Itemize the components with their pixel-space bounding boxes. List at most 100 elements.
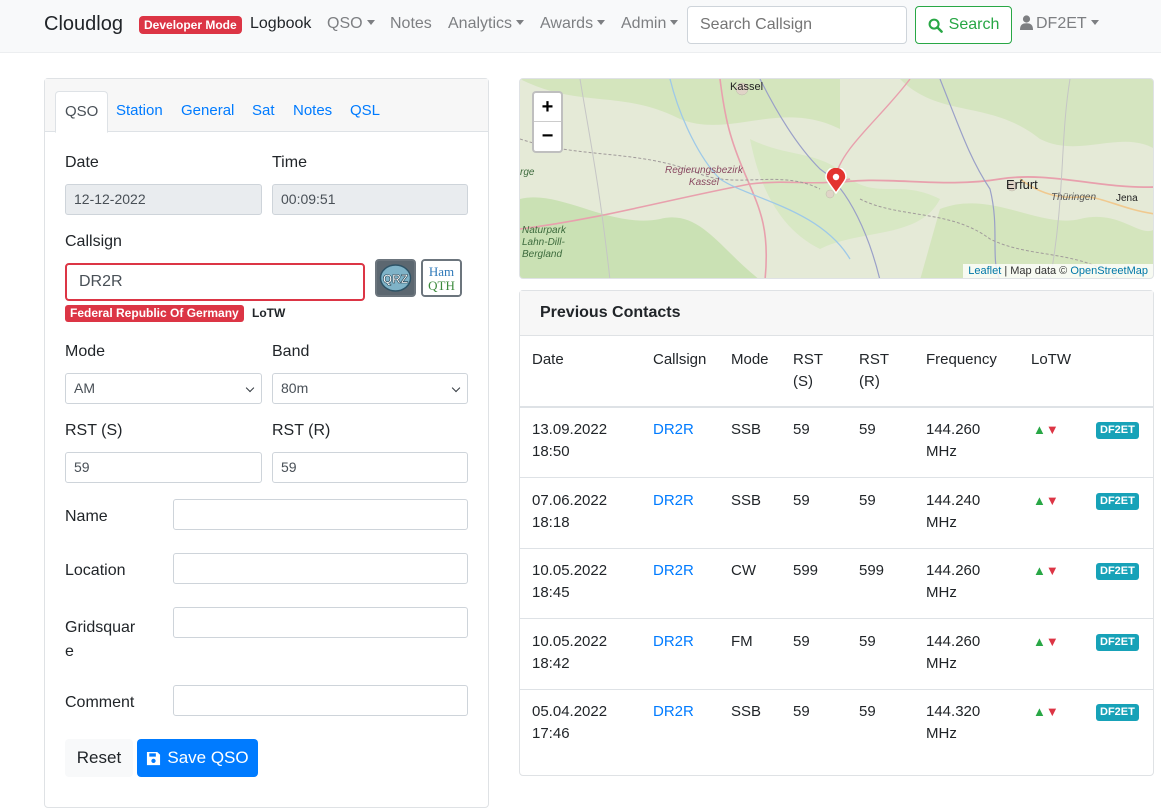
reset-button[interactable]: Reset xyxy=(65,739,133,777)
cell-rst-r: 59 xyxy=(859,421,876,438)
cell-frequency: 144.260 MHz xyxy=(926,633,981,672)
map-view[interactable]: Kassel Regierungsbezirk Kassel Erfurt Thü… xyxy=(519,78,1154,279)
tab-qsl[interactable]: QSL xyxy=(350,91,380,132)
nav-logbook[interactable]: Logbook xyxy=(250,15,311,33)
lotw-status-icons: ▲▼ xyxy=(1033,493,1059,508)
developer-mode-badge: Developer Mode xyxy=(139,16,242,34)
search-callsign-input[interactable] xyxy=(687,6,907,44)
col-rst-r: RST (R) xyxy=(859,351,889,390)
location-marker-icon[interactable] xyxy=(825,168,847,194)
user-menu[interactable]: DF2ET xyxy=(1020,15,1099,33)
tab-sat[interactable]: Sat xyxy=(252,91,275,132)
search-button-label: Search xyxy=(948,16,1000,33)
row-divider xyxy=(520,618,1153,619)
mode-label: Mode xyxy=(65,343,106,360)
col-callsign: Callsign xyxy=(653,351,707,368)
attribution-text: | Map data © xyxy=(1001,265,1071,277)
previous-contacts-card: Previous Contacts Date Callsign Mode RST… xyxy=(519,290,1154,776)
brand-logo[interactable]: Cloudlog xyxy=(44,13,123,36)
cell-callsign-link[interactable]: DR2R xyxy=(653,419,694,441)
qrz-lookup-button[interactable]: QRZ xyxy=(375,259,416,297)
lotw-sent-arrow-icon: ▲ xyxy=(1033,422,1046,437)
lotw-sent-arrow-icon: ▲ xyxy=(1033,634,1046,649)
cell-rst-s: 59 xyxy=(793,703,810,720)
lotw-badge: LoTW xyxy=(252,306,286,320)
cell-rst-s: 59 xyxy=(793,633,810,650)
comment-input[interactable] xyxy=(173,685,468,716)
cell-date-time: 05.04.2022 17:46 xyxy=(532,703,608,742)
hamqth-lookup-button[interactable]: Ham QTH xyxy=(421,259,462,297)
chevron-down-icon xyxy=(670,20,679,25)
cell-callsign-link[interactable]: DR2R xyxy=(653,560,694,582)
zoom-out-button[interactable]: − xyxy=(534,122,561,151)
cell-mode: FM xyxy=(731,633,753,650)
cell-callsign-link[interactable]: DR2R xyxy=(653,490,694,512)
tab-station[interactable]: Station xyxy=(116,91,163,132)
tab-notes[interactable]: Notes xyxy=(293,91,332,132)
save-qso-button[interactable]: Save QSO xyxy=(137,739,258,777)
operator-badge: DF2ET xyxy=(1096,563,1139,580)
nav-awards[interactable]: Awards xyxy=(540,15,606,33)
chevron-down-icon xyxy=(597,20,606,25)
zoom-in-button[interactable]: + xyxy=(534,93,561,122)
gridsquare-input[interactable] xyxy=(173,607,468,638)
map-label-naturpark: Naturpark Lahn-Dill- Bergland xyxy=(522,225,566,260)
lotw-status-icons: ▲▼ xyxy=(1033,704,1059,719)
cell-mode: SSB xyxy=(731,492,762,509)
lotw-sent-arrow-icon: ▲ xyxy=(1033,704,1046,719)
row-divider xyxy=(520,477,1153,478)
operator-badge: DF2ET xyxy=(1096,493,1139,510)
cell-rst-r: 59 xyxy=(859,633,876,650)
tab-qso[interactable]: QSO xyxy=(55,91,109,133)
tab-general[interactable]: General xyxy=(181,91,234,132)
lotw-status-icons: ▲▼ xyxy=(1033,563,1059,578)
map-label-erfurt: Erfurt xyxy=(1006,177,1038,192)
leaflet-link[interactable]: Leaflet xyxy=(968,265,1001,277)
map-label-regierungsbezirk: Regierungsbezirk Kassel xyxy=(665,165,743,188)
map-label-thueringen: Thüringen xyxy=(1051,192,1097,203)
qso-tabs: QSO Station General Sat Notes QSL xyxy=(45,79,488,133)
nav-notes[interactable]: Notes xyxy=(390,15,432,33)
time-field[interactable]: 00:09:51 xyxy=(272,184,468,215)
col-rst-s: RST (S) xyxy=(793,351,823,390)
cell-frequency: 144.320 MHz xyxy=(926,703,981,742)
map-attribution: Leaflet | Map data © OpenStreetMap xyxy=(963,264,1153,278)
col-date: Date xyxy=(532,351,564,368)
cell-date-time: 13.09.2022 18:50 xyxy=(532,421,608,460)
lotw-sent-arrow-icon: ▲ xyxy=(1033,563,1046,578)
lotw-status-icons: ▲▼ xyxy=(1033,634,1059,649)
name-input[interactable] xyxy=(173,499,468,530)
map-label-edge: rge xyxy=(520,167,535,178)
cell-callsign-link[interactable]: DR2R xyxy=(653,631,694,653)
map-zoom-controls: + − xyxy=(532,91,563,153)
lotw-received-arrow-icon: ▼ xyxy=(1045,493,1059,508)
gridsquare-label: Gridsquar e xyxy=(65,619,136,660)
cell-rst-r: 59 xyxy=(859,492,876,509)
nav-qso[interactable]: QSO xyxy=(327,15,375,33)
rst-received-input[interactable]: 59 xyxy=(272,452,468,483)
openstreetmap-link[interactable]: OpenStreetMap xyxy=(1070,265,1148,277)
cell-rst-s: 59 xyxy=(793,421,810,438)
search-button[interactable]: Search xyxy=(915,6,1012,44)
lotw-received-arrow-icon: ▼ xyxy=(1045,563,1059,578)
cell-mode: SSB xyxy=(731,421,762,438)
callsign-input[interactable]: DR2R xyxy=(65,263,365,301)
location-label: Location xyxy=(65,562,126,579)
hamqth-icon-text-top: Ham xyxy=(429,264,454,279)
col-lotw: LoTW xyxy=(1031,351,1072,368)
time-label: Time xyxy=(272,154,307,171)
map-label-kassel: Kassel xyxy=(730,81,764,93)
lotw-sent-arrow-icon: ▲ xyxy=(1033,493,1046,508)
location-input[interactable] xyxy=(173,553,468,584)
user-icon xyxy=(1020,15,1033,30)
mode-select[interactable]: AM xyxy=(65,373,262,404)
search-icon xyxy=(928,18,943,33)
user-name: DF2ET xyxy=(1036,15,1087,32)
date-field[interactable]: 12-12-2022 xyxy=(65,184,262,215)
rst-sent-input[interactable]: 59 xyxy=(65,452,262,483)
cell-rst-r: 59 xyxy=(859,703,876,720)
band-select[interactable]: 80m xyxy=(272,373,468,404)
nav-analytics[interactable]: Analytics xyxy=(448,15,525,33)
cell-callsign-link[interactable]: DR2R xyxy=(653,701,694,723)
nav-admin[interactable]: Admin xyxy=(621,15,679,33)
